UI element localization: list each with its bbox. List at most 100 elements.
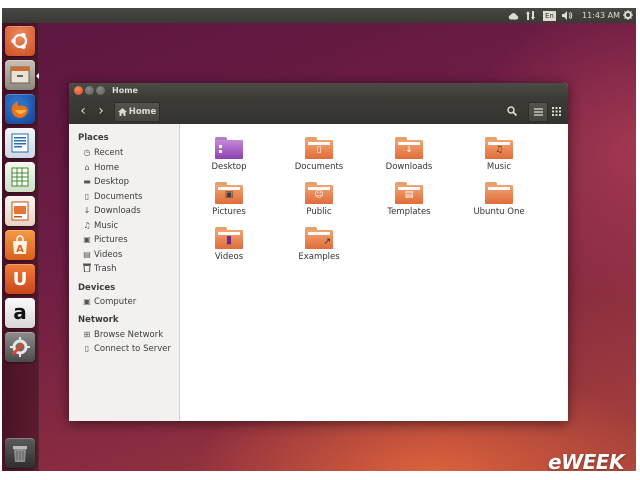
- download-icon: ↓: [83, 206, 91, 215]
- downloads-folder-icon: ↓: [395, 137, 423, 159]
- desktop: En 11:43 AM A U a Home ‹ › Home Places ◷…: [2, 8, 636, 471]
- document-icon: ▯: [84, 192, 90, 201]
- music-icon: ♫: [83, 221, 91, 230]
- file-item-desktop[interactable]: Desktop: [194, 137, 264, 172]
- calc-icon[interactable]: [5, 162, 35, 192]
- picture-icon: ▣: [83, 235, 91, 244]
- grid-view-button[interactable]: [547, 102, 565, 120]
- file-item-ubuntu-one[interactable]: Ubuntu One: [464, 182, 534, 217]
- grid-icon: [551, 106, 561, 116]
- maximize-icon[interactable]: [96, 86, 105, 95]
- file-label: Videos: [214, 252, 244, 262]
- examples-folder-icon: ↗: [305, 227, 333, 249]
- location-home-button[interactable]: Home: [114, 102, 160, 122]
- file-item-pictures[interactable]: ▣ Pictures: [194, 182, 264, 217]
- clock-icon: ◷: [83, 148, 91, 157]
- ubuntu-one-folder-icon: [485, 182, 513, 204]
- list-icon: [533, 108, 543, 116]
- settings-icon[interactable]: [5, 332, 35, 362]
- sidebar-item-pictures[interactable]: ▣ Pictures: [82, 234, 127, 246]
- sidebar: Places ◷ Recent ⌂ Home ▬ Desktop ▯ Documents…: [69, 124, 180, 421]
- file-label: Documents: [294, 162, 344, 172]
- sidebar-item-videos[interactable]: ▤ Videos: [82, 249, 122, 261]
- top-panel: En 11:43 AM: [2, 8, 636, 23]
- film-icon: ▤: [83, 250, 91, 259]
- pictures-folder-icon: ▣: [215, 182, 243, 204]
- keyboard-layout-indicator[interactable]: En: [543, 8, 556, 23]
- server-icon: ▯: [84, 344, 90, 353]
- writer-icon[interactable]: [5, 128, 35, 158]
- active-app-indicator: [36, 73, 39, 79]
- trash-icon: [82, 263, 92, 276]
- window-title: Home: [112, 86, 138, 95]
- network-icon[interactable]: [526, 8, 535, 23]
- sidebar-item-computer[interactable]: ▣ Computer: [82, 296, 136, 308]
- file-label: Templates: [387, 207, 431, 217]
- sidebar-item-browse-network[interactable]: ⊞ Browse Network: [82, 329, 164, 341]
- minimize-icon[interactable]: [85, 86, 94, 95]
- sidebar-item-desktop[interactable]: ▬ Desktop: [82, 176, 129, 188]
- search-icon: [507, 106, 517, 116]
- file-label: Ubuntu One: [473, 207, 525, 217]
- file-item-templates[interactable]: ▤ Templates: [374, 182, 444, 217]
- file-item-music[interactable]: ♫ Music: [464, 137, 534, 172]
- firefox-icon[interactable]: [5, 94, 35, 124]
- file-manager-window: Home ‹ › Home Places ◷Recent ⌂Home ▬D: [69, 83, 568, 421]
- window-titlebar[interactable]: Home: [69, 83, 568, 98]
- videos-folder-icon: ▮: [215, 227, 243, 249]
- search-button[interactable]: [503, 102, 521, 120]
- file-item-downloads[interactable]: ↓ Downloads: [374, 137, 444, 172]
- sidebar-item-trash[interactable]: Trash: [82, 263, 116, 275]
- svg-text:A: A: [16, 244, 24, 255]
- network-icon: ⊞: [83, 330, 91, 339]
- impress-icon[interactable]: [5, 196, 35, 226]
- forward-button[interactable]: ›: [92, 102, 110, 120]
- eweek-watermark: eWEEK: [548, 450, 624, 471]
- clock[interactable]: 11:43 AM: [582, 8, 620, 23]
- file-label: Music: [486, 162, 512, 172]
- templates-folder-icon: ▤: [395, 182, 423, 204]
- sidebar-item-connect-to-server[interactable]: ▯ Connect to Server: [82, 343, 171, 355]
- window-toolbar: ‹ › Home: [69, 98, 568, 124]
- music-folder-icon: ♫: [485, 137, 513, 159]
- sidebar-heading-places: Places: [78, 133, 109, 143]
- sidebar-item-home[interactable]: ⌂ Home: [82, 162, 119, 174]
- sidebar-item-music[interactable]: ♫ Music: [82, 220, 118, 232]
- gear-icon[interactable]: [623, 8, 633, 23]
- file-view: Desktop ▯ Documents ↓ Downloads ♫ Music …: [180, 124, 568, 421]
- sidebar-heading-devices: Devices: [78, 283, 116, 293]
- close-icon[interactable]: [74, 86, 83, 95]
- folder-icon: ▬: [83, 177, 91, 186]
- volume-icon[interactable]: [562, 8, 573, 23]
- sidebar-item-recent[interactable]: ◷ Recent: [82, 147, 124, 159]
- ubuntu-logo-icon[interactable]: [5, 26, 35, 56]
- sidebar-item-downloads[interactable]: ↓ Downloads: [82, 205, 141, 217]
- file-label: Pictures: [212, 207, 246, 217]
- desktop-folder-icon: [215, 137, 243, 159]
- file-item-videos[interactable]: ▮ Videos: [194, 227, 264, 262]
- file-cabinet-icon[interactable]: [5, 60, 35, 90]
- file-label: Examples: [298, 252, 340, 262]
- home-icon: [117, 108, 127, 116]
- file-item-public[interactable]: ☺ Public: [284, 182, 354, 217]
- list-view-button[interactable]: [528, 102, 548, 122]
- public-folder-icon: ☺: [305, 182, 333, 204]
- back-button[interactable]: ‹: [74, 102, 92, 120]
- home-icon: ⌂: [84, 163, 90, 172]
- documents-folder-icon: ▯: [305, 137, 333, 159]
- cloud-icon[interactable]: [508, 8, 519, 23]
- amazon-icon[interactable]: a: [5, 298, 35, 328]
- launcher: A U a: [2, 23, 39, 471]
- shopping-bag-icon[interactable]: A: [5, 230, 35, 260]
- location-label: Home: [128, 107, 157, 117]
- ubuntu-one-icon[interactable]: U: [5, 264, 35, 294]
- computer-icon: ▣: [83, 297, 91, 306]
- file-label: Desktop: [211, 162, 247, 172]
- file-item-documents[interactable]: ▯ Documents: [284, 137, 354, 172]
- file-label: Downloads: [385, 162, 433, 172]
- sidebar-item-documents[interactable]: ▯ Documents: [82, 191, 143, 203]
- file-item-examples[interactable]: ↗ Examples: [284, 227, 354, 262]
- file-label: Public: [306, 207, 332, 217]
- trash-icon[interactable]: [5, 438, 35, 468]
- sidebar-heading-network: Network: [78, 315, 119, 325]
